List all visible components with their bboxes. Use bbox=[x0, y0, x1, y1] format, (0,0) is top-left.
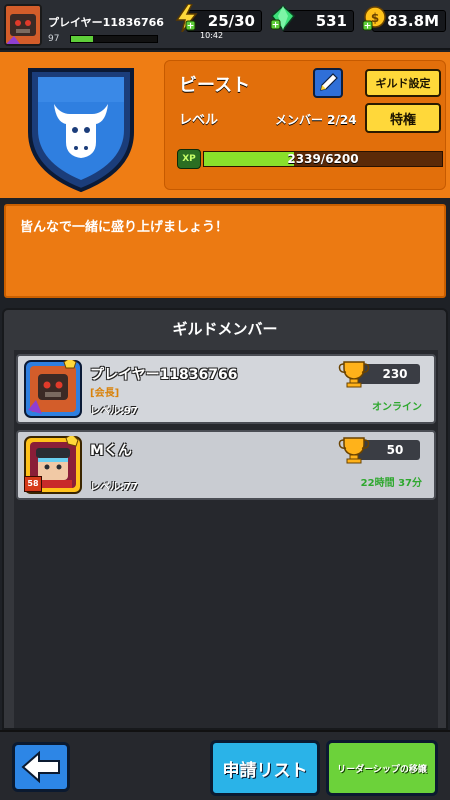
guild-emblem bbox=[16, 62, 146, 194]
player-level: 97 bbox=[48, 34, 60, 44]
back-button[interactable] bbox=[12, 742, 70, 792]
svg-text:+: + bbox=[364, 22, 372, 32]
trophy-value: 230 bbox=[382, 367, 408, 381]
trophy-icon bbox=[338, 437, 370, 464]
svg-text:+: + bbox=[272, 21, 280, 31]
coins-value: 83.8M bbox=[387, 12, 439, 30]
guild-xp-text: 2339/6200 bbox=[287, 152, 359, 166]
bull-shield-icon bbox=[28, 68, 134, 193]
player-xp-fill bbox=[71, 36, 93, 42]
guild-name: ビースト bbox=[179, 75, 251, 96]
bottom-bar: 申請リスト リーダーシップの移譲 bbox=[0, 730, 450, 800]
application-list-button[interactable]: 申請リスト bbox=[210, 740, 320, 796]
transfer-leadership-button[interactable]: リーダーシップの移譲 bbox=[326, 740, 438, 796]
guild-settings-button[interactable]: ギルド設定 bbox=[365, 69, 441, 97]
member-avatar: 58 bbox=[24, 433, 82, 494]
guild-level-label: レベル bbox=[179, 113, 219, 128]
member-status: 22時間 37分 bbox=[360, 478, 422, 489]
guild-info-panel: ビースト ギルド設定 レベル メンバー 2/24 特権 XP 2339/6200 bbox=[164, 60, 446, 190]
members-panel-title: ギルドメンバー bbox=[172, 320, 278, 338]
gems-value: 531 bbox=[315, 12, 347, 30]
guild-description: 皆んなで一緒に盛り上げましょう！ bbox=[20, 220, 229, 235]
pencil-icon bbox=[320, 73, 338, 91]
coin-icon: $ + bbox=[362, 6, 386, 32]
member-name: プレイヤー11836766 bbox=[90, 367, 238, 383]
gem-icon: + bbox=[270, 4, 296, 32]
player-avatar[interactable] bbox=[4, 4, 42, 46]
trophy-value: 50 bbox=[386, 443, 404, 457]
member-card[interactable]: プレイヤー11836766 [会長] レベル:97 230 オンライン bbox=[16, 354, 436, 424]
lightning-icon: + bbox=[175, 4, 198, 32]
member-status: オンライン bbox=[372, 402, 422, 413]
guild-header: ビースト ギルド設定 レベル メンバー 2/24 特権 XP 2339/6200 bbox=[0, 52, 450, 198]
xp-icon: XP bbox=[177, 149, 201, 169]
arrow-left-icon bbox=[21, 750, 60, 784]
player-xp-bar bbox=[70, 35, 158, 43]
member-level-badge: 58 bbox=[24, 476, 42, 492]
member-level: レベル:97 bbox=[90, 406, 138, 417]
members-list[interactable]: プレイヤー11836766 [会長] レベル:97 230 オンライン 58 M… bbox=[14, 350, 438, 728]
edit-guild-button[interactable] bbox=[313, 68, 343, 98]
guild-xp-bar: 2339/6200 bbox=[203, 151, 443, 167]
member-avatar bbox=[24, 357, 82, 418]
perks-button[interactable]: 特権 bbox=[365, 103, 441, 133]
member-level: レベル:77 bbox=[90, 482, 138, 493]
energy-timer: 10:42 bbox=[200, 31, 224, 40]
guild-description-box: 皆んなで一緒に盛り上げましょう！ bbox=[4, 204, 446, 298]
trophy-icon bbox=[338, 361, 370, 388]
svg-text:+: + bbox=[187, 22, 195, 32]
top-bar: プレイヤー11836766 97 25/30 + 10:42 531 + 83.… bbox=[0, 0, 450, 50]
members-panel: ギルドメンバー プレイヤー11836766 [会長] レベル:97 230 オン… bbox=[2, 308, 448, 730]
energy-value: 25/30 bbox=[207, 12, 255, 30]
member-role: [会長] bbox=[90, 388, 120, 399]
member-name: Mくん bbox=[90, 443, 132, 459]
player-name: プレイヤー11836766 bbox=[48, 16, 164, 29]
guild-members-count: メンバー 2/24 bbox=[275, 113, 357, 127]
member-card[interactable]: 58 Mくん レベル:77 50 22時間 37分 bbox=[16, 430, 436, 500]
